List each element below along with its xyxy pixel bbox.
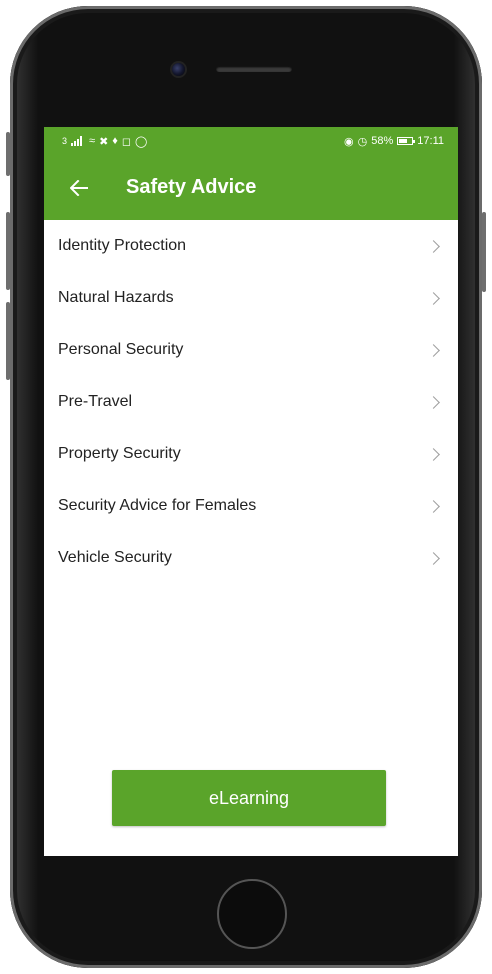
chevron-right-icon [427,291,440,305]
list-item-vehicle-security[interactable]: Vehicle Security [44,532,458,584]
arrow-left-glyph [70,179,88,196]
list-item-label: Personal Security [58,341,184,358]
status-bar: 3 ≈ ✖ ♦ ◻ ◯ ◉ ◷ 58% 17:11 [44,127,458,155]
sim-label: 3 [62,136,68,146]
list-item-label: Security Advice for Females [58,497,257,514]
app-screen: 3 ≈ ✖ ♦ ◻ ◯ ◉ ◷ 58% 17:11 Safety Advice [44,127,458,856]
home-button[interactable] [217,879,287,949]
arrow-left-icon[interactable] [64,173,94,203]
list-item-personal-security[interactable]: Personal Security [44,324,458,376]
list-item-security-advice-females[interactable]: Security Advice for Females [44,480,458,532]
list-item-label: Vehicle Security [58,549,172,566]
usb-icon: ♦ [112,135,118,147]
signal-icon [71,136,85,146]
clock: 17:11 [417,135,444,147]
wifi-icon: ≈ [89,135,96,147]
battery-icon [397,137,416,145]
list-item-label: Identity Protection [58,237,187,254]
chevron-right-icon [427,551,440,565]
instagram-icon: ◻ [121,135,132,148]
list-item-label: Pre-Travel [58,393,133,410]
status-left: 3 ≈ ✖ ♦ ◻ ◯ [62,135,147,148]
battery-percent: 58% [371,135,394,147]
chevron-right-icon [427,395,440,409]
status-right: ◉ ◷ 58% 17:11 [344,135,444,148]
chevron-right-icon [427,343,440,357]
list-item-label: Property Security [58,445,181,462]
mute-switch [6,132,10,176]
earpiece-speaker [216,66,292,72]
list-item-natural-hazards[interactable]: Natural Hazards [44,272,458,324]
page-title: Safety Advice [126,176,257,198]
chevron-right-icon [427,447,440,461]
chevron-right-icon [427,499,440,513]
front-camera [172,63,185,76]
eye-icon: ◉ [344,135,354,148]
chevron-right-icon [427,239,440,253]
power-button [482,212,486,292]
list-item-label: Natural Hazards [58,289,174,306]
nfc-icon: ✖ [99,135,109,148]
app-bar: Safety Advice [44,155,458,220]
list-item-identity-protection[interactable]: Identity Protection [44,220,458,272]
list-item-pre-travel[interactable]: Pre-Travel [44,376,458,428]
volume-up-button [6,212,10,290]
alarm-icon: ◷ [357,135,368,148]
whatsapp-icon: ◯ [135,135,148,148]
safety-advice-list: Identity Protection Natural Hazards Pers… [44,220,458,584]
volume-down-button [6,302,10,380]
list-item-property-security[interactable]: Property Security [44,428,458,480]
elearning-button[interactable]: eLearning [112,770,386,826]
